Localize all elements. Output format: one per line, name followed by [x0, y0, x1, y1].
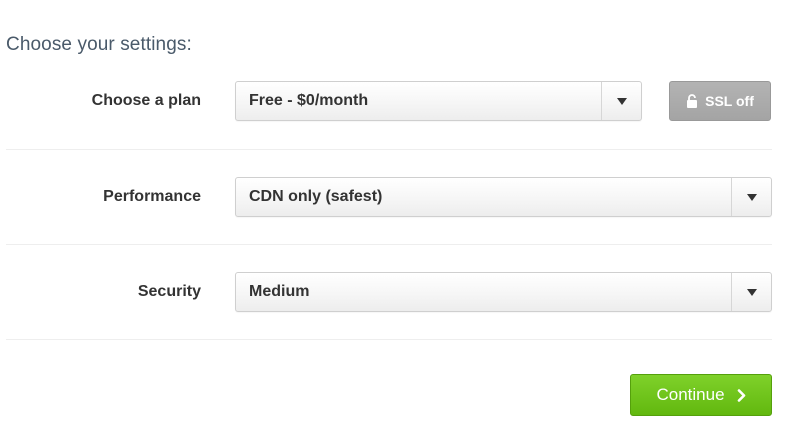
- chevron-right-icon: [737, 388, 746, 402]
- plan-select-value: Free - $0/month: [249, 92, 369, 109]
- security-select[interactable]: Medium: [235, 272, 772, 312]
- plan-row: Choose a plan Free - $0/month SSL off: [0, 81, 800, 121]
- divider: [6, 339, 772, 340]
- ssl-toggle-button[interactable]: SSL off: [669, 81, 771, 121]
- performance-label: Performance: [103, 188, 201, 205]
- security-label: Security: [137, 283, 201, 300]
- chevron-down-icon[interactable]: [602, 82, 641, 120]
- plan-select[interactable]: Free - $0/month: [235, 81, 642, 121]
- page-title: Choose your settings:: [6, 34, 192, 55]
- divider: [6, 149, 772, 150]
- plan-label: Choose a plan: [91, 92, 201, 109]
- performance-select-value: CDN only (safest): [249, 188, 383, 205]
- chevron-down-icon[interactable]: [732, 178, 771, 216]
- performance-select[interactable]: CDN only (safest): [235, 177, 772, 217]
- chevron-down-icon[interactable]: [732, 273, 771, 311]
- security-row: Security Medium: [0, 272, 800, 312]
- performance-row: Performance CDN only (safest): [0, 177, 800, 217]
- divider: [6, 244, 772, 245]
- continue-label: Continue: [656, 385, 725, 404]
- unlock-icon: [686, 94, 698, 108]
- settings-page: Choose your settings: Choose a plan Free…: [0, 0, 800, 447]
- continue-button[interactable]: Continue: [630, 374, 772, 416]
- security-select-value: Medium: [249, 283, 310, 300]
- ssl-label: SSL off: [705, 93, 754, 109]
